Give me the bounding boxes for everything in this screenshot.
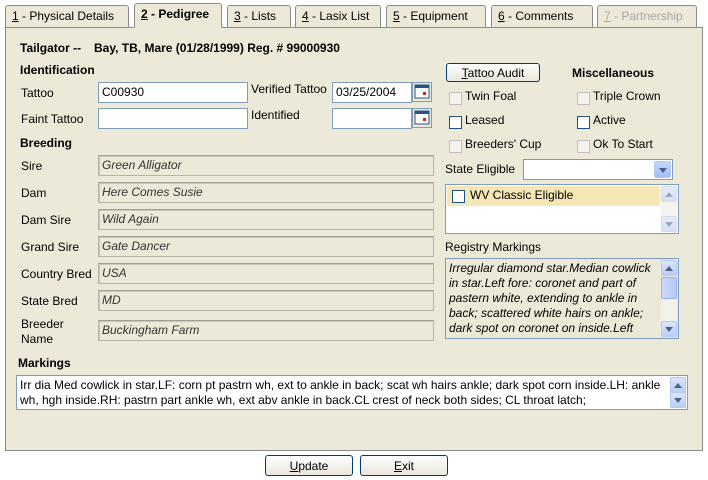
twin-foal-label: Twin Foal bbox=[465, 89, 517, 103]
sire-label: Sire bbox=[21, 159, 43, 173]
pedigree-panel: Tailgator -- Bay, TB, Mare (01/28/1999) … bbox=[5, 27, 703, 451]
exit-button[interactable]: Exit bbox=[360, 455, 448, 476]
triple-crown-label: Triple Crown bbox=[593, 89, 661, 103]
tab-equipment[interactable]: 5 - Equipment bbox=[386, 5, 486, 27]
active-label: Active bbox=[593, 113, 626, 127]
registry-markings-textarea[interactable]: Irregular diamond star.Median cowlick in… bbox=[445, 258, 679, 339]
breeder-name-field: Buckingham Farm bbox=[98, 320, 434, 341]
verified-tattoo-label: Verified Tattoo bbox=[251, 82, 327, 96]
update-button[interactable]: Update bbox=[265, 455, 353, 476]
state-eligibility-list[interactable]: WV Classic Eligible bbox=[445, 184, 679, 234]
tab-physical-details[interactable]: 1 - Physical Details bbox=[5, 5, 129, 27]
twin-foal-checkbox bbox=[449, 92, 462, 105]
leased-label: Leased bbox=[465, 113, 505, 127]
scrollbar[interactable] bbox=[661, 186, 677, 232]
state-eligible-select[interactable] bbox=[523, 159, 673, 180]
breeders-cup-checkbox bbox=[449, 140, 462, 153]
registry-markings-text: Irregular diamond star.Median cowlick in… bbox=[449, 261, 651, 335]
scroll-down-icon[interactable] bbox=[661, 321, 677, 337]
tab-comments[interactable]: 6 - Comments bbox=[491, 5, 593, 27]
active-checkbox[interactable] bbox=[577, 116, 590, 129]
wv-classic-checkbox[interactable] bbox=[452, 190, 465, 203]
sire-field: Green Alligator bbox=[98, 155, 434, 176]
scroll-up-icon[interactable] bbox=[661, 186, 677, 202]
tab-partnership: 7 - Partnership bbox=[597, 5, 697, 27]
scroll-thumb[interactable] bbox=[661, 277, 677, 299]
scrollbar[interactable] bbox=[670, 377, 686, 408]
dam-sire-field: Wild Again bbox=[98, 209, 434, 230]
grand-sire-field: Gate Dancer bbox=[98, 236, 434, 257]
list-item[interactable]: WV Classic Eligible bbox=[447, 186, 660, 206]
tattoo-input[interactable]: C00930 bbox=[98, 82, 248, 103]
horse-details: Bay, TB, Mare (01/28/1999) Reg. # 990009… bbox=[94, 41, 340, 55]
scroll-up-icon[interactable] bbox=[661, 260, 677, 276]
calendar-icon[interactable] bbox=[412, 108, 432, 128]
chevron-down-icon[interactable] bbox=[654, 161, 671, 178]
wv-classic-label: WV Classic Eligible bbox=[470, 188, 574, 202]
state-bred-field: MD bbox=[98, 290, 434, 311]
leased-checkbox[interactable] bbox=[449, 116, 462, 129]
faint-tattoo-label: Faint Tattoo bbox=[21, 112, 84, 126]
triple-crown-checkbox bbox=[577, 92, 590, 105]
scroll-up-icon[interactable] bbox=[670, 377, 686, 393]
tattoo-audit-button[interactable]: Tattoo Audit bbox=[446, 63, 540, 82]
tab-lasix-list[interactable]: 4 - Lasix List bbox=[295, 5, 381, 27]
markings-heading: Markings bbox=[18, 356, 71, 370]
breeder-name-label-line1: Breeder bbox=[21, 317, 64, 331]
ok-to-start-label: Ok To Start bbox=[593, 137, 653, 151]
tab-lists[interactable]: 3 - Lists bbox=[227, 5, 291, 27]
faint-tattoo-input[interactable] bbox=[98, 108, 248, 129]
state-eligible-value bbox=[524, 160, 672, 164]
tattoo-label: Tattoo bbox=[21, 86, 54, 100]
identified-date-input[interactable] bbox=[332, 108, 412, 129]
grand-sire-label: Grand Sire bbox=[21, 240, 80, 254]
dam-sire-label: Dam Sire bbox=[21, 213, 72, 227]
verified-tattoo-date-input[interactable]: 03/25/2004 bbox=[332, 82, 412, 103]
state-eligible-label: State Eligible bbox=[445, 162, 516, 176]
breeding-heading: Breeding bbox=[20, 136, 73, 150]
miscellaneous-heading: Miscellaneous bbox=[572, 66, 655, 80]
markings-textarea[interactable]: Irr dia Med cowlick in star.LF: corn pt … bbox=[16, 375, 688, 410]
breeders-cup-label: Breeders' Cup bbox=[465, 137, 542, 151]
state-bred-label: State Bred bbox=[21, 294, 78, 308]
calendar-icon[interactable] bbox=[412, 82, 432, 102]
dam-field: Here Comes Susie bbox=[98, 182, 434, 203]
markings-text: Irr dia Med cowlick in star.LF: corn pt … bbox=[20, 378, 661, 407]
dam-label: Dam bbox=[21, 186, 47, 200]
scroll-down-icon[interactable] bbox=[661, 216, 677, 232]
scroll-down-icon[interactable] bbox=[670, 392, 686, 408]
country-bred-field: USA bbox=[98, 263, 434, 284]
identified-label: Identified bbox=[251, 108, 300, 122]
horse-name: Tailgator -- bbox=[20, 41, 82, 55]
scrollbar[interactable] bbox=[661, 260, 677, 337]
country-bred-label: Country Bred bbox=[21, 267, 92, 281]
breeder-name-label-line2: Name bbox=[21, 332, 54, 346]
registry-markings-label: Registry Markings bbox=[445, 240, 542, 254]
ok-to-start-checkbox bbox=[577, 140, 590, 153]
tab-pedigree[interactable]: 2 - Pedigree bbox=[134, 3, 222, 28]
identification-heading: Identification bbox=[20, 63, 95, 77]
